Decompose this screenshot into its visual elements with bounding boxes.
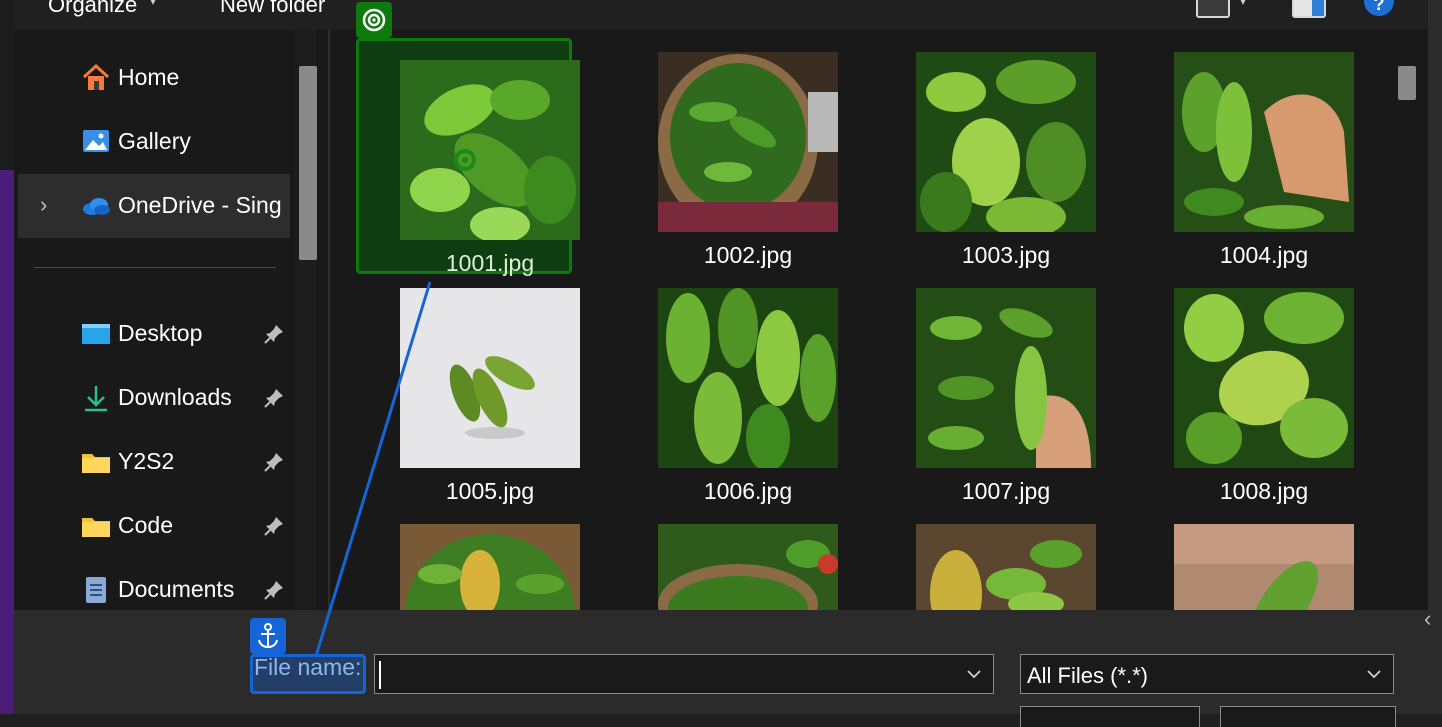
folder-icon <box>82 454 110 473</box>
sidebar-scrollbar-thumb[interactable] <box>299 66 317 260</box>
gallery-icon <box>83 130 109 152</box>
desktop-icon <box>82 324 110 344</box>
file-name: 1002.jpg <box>703 242 793 268</box>
file-grid: 1001.jpg 1002.jpg 1003.jpg 1004.jpg 1005… <box>330 30 1394 610</box>
documents-icon <box>86 577 106 603</box>
new-folder-button[interactable]: New folder <box>220 0 325 18</box>
anchor-highlight-frame <box>250 654 366 694</box>
file-tile[interactable]: 1003.jpg <box>872 30 1096 268</box>
chevron-right-icon[interactable]: › <box>40 192 47 218</box>
file-thumbnail <box>658 524 838 610</box>
desktop-backdrop-accent <box>0 170 14 714</box>
file-thumbnail <box>400 288 580 468</box>
sidebar-item-label: Code <box>118 512 173 538</box>
file-name-field[interactable] <box>374 654 994 694</box>
file-name: 1007.jpg <box>961 478 1051 504</box>
file-grid-scrollbar-thumb[interactable] <box>1398 66 1416 100</box>
file-tile[interactable] <box>872 502 1096 610</box>
pin-icon[interactable] <box>262 450 286 474</box>
chevron-down-icon[interactable]: ▾ <box>150 0 156 8</box>
sidebar-item-desktop[interactable]: Desktop <box>18 302 290 366</box>
home-icon <box>82 63 110 90</box>
file-thumbnail <box>400 60 580 240</box>
file-tile[interactable]: 1007.jpg <box>872 266 1096 504</box>
sidebar-divider <box>34 267 276 268</box>
preview-pane-icon[interactable] <box>1292 0 1326 18</box>
file-type-select[interactable]: All Files (*.*) <box>1020 654 1394 694</box>
sidebar-item-code[interactable]: Code <box>18 494 290 558</box>
sidebar-item-label: Documents <box>118 576 235 602</box>
chevron-down-icon[interactable]: ▾ <box>1240 0 1246 8</box>
open-button[interactable] <box>1020 706 1200 727</box>
sidebar-item-label: Home <box>118 64 180 90</box>
file-tile[interactable]: 1004.jpg <box>1130 30 1354 268</box>
file-tile[interactable]: 1002.jpg <box>614 30 838 268</box>
anchor-icon <box>250 618 286 654</box>
pin-icon[interactable] <box>262 386 286 410</box>
file-name: 1003.jpg <box>961 242 1051 268</box>
onedrive-cloud-icon <box>83 198 110 215</box>
sidebar-item-label: Gallery <box>118 128 191 154</box>
file-tile[interactable]: 1001.jpg <box>356 38 580 276</box>
file-name: 1008.jpg <box>1219 478 1309 504</box>
view-options-icon[interactable] <box>1196 0 1230 18</box>
sidebar-item-downloads[interactable]: Downloads <box>18 366 290 430</box>
file-thumbnail <box>1174 52 1354 232</box>
sidebar-item-home[interactable]: Home <box>18 46 290 110</box>
navigation-pane: Home Gallery › OneDrive - Sing Desktop D… <box>14 30 330 610</box>
download-icon <box>85 386 107 412</box>
sidebar-item-label: Downloads <box>118 384 232 410</box>
file-thumbnail <box>400 524 580 610</box>
sidebar-item-gallery[interactable]: Gallery <box>18 110 290 174</box>
folder-icon <box>82 518 110 537</box>
file-thumbnail <box>658 52 838 232</box>
file-type-value: All Files (*.*) <box>1027 663 1149 688</box>
sidebar-item-y2s2[interactable]: Y2S2 <box>18 430 290 494</box>
file-name: 1004.jpg <box>1219 242 1309 268</box>
target-icon <box>356 2 392 38</box>
sidebar-item-label: Y2S2 <box>118 448 175 474</box>
file-thumbnail <box>1174 524 1354 610</box>
sidebar-item-label: Desktop <box>118 320 203 346</box>
file-thumbnail <box>658 288 838 468</box>
file-thumbnail <box>916 52 1096 232</box>
cancel-button[interactable] <box>1220 706 1396 727</box>
help-button[interactable]: ? <box>1364 0 1394 16</box>
file-tile[interactable] <box>1130 502 1354 610</box>
sidebar-item-label: OneDrive - Sing <box>118 192 282 218</box>
pin-icon[interactable] <box>262 514 286 538</box>
file-thumbnail <box>1174 288 1354 468</box>
file-name: 1005.jpg <box>445 478 535 504</box>
chevron-down-icon[interactable] <box>963 663 985 685</box>
file-thumbnail <box>916 524 1096 610</box>
pin-icon[interactable] <box>262 322 286 346</box>
file-tile[interactable]: 1005.jpg <box>356 266 580 504</box>
file-options-bar: File name: All Files (*.*) <box>14 610 1428 727</box>
pin-icon[interactable] <box>262 578 286 602</box>
command-bar: Organize ▾ New folder ▾ ? <box>14 0 1428 30</box>
sidebar-item-documents[interactable]: Documents <box>18 558 290 610</box>
file-tile[interactable] <box>614 502 838 610</box>
file-tile[interactable] <box>356 502 580 610</box>
file-name-input[interactable] <box>381 659 965 691</box>
file-tile[interactable]: 1008.jpg <box>1130 266 1354 504</box>
file-name: 1006.jpg <box>703 478 793 504</box>
chevron-left-icon[interactable]: ‹ <box>1424 606 1431 632</box>
chevron-down-icon[interactable] <box>1363 663 1385 685</box>
file-thumbnail <box>916 288 1096 468</box>
file-tile[interactable]: 1006.jpg <box>614 266 838 504</box>
organize-button[interactable]: Organize <box>48 0 137 18</box>
sidebar-item-onedrive[interactable]: › OneDrive - Sing <box>18 174 290 238</box>
open-file-dialog: Organize ▾ New folder ▾ ? Home Gallery › <box>14 0 1428 727</box>
